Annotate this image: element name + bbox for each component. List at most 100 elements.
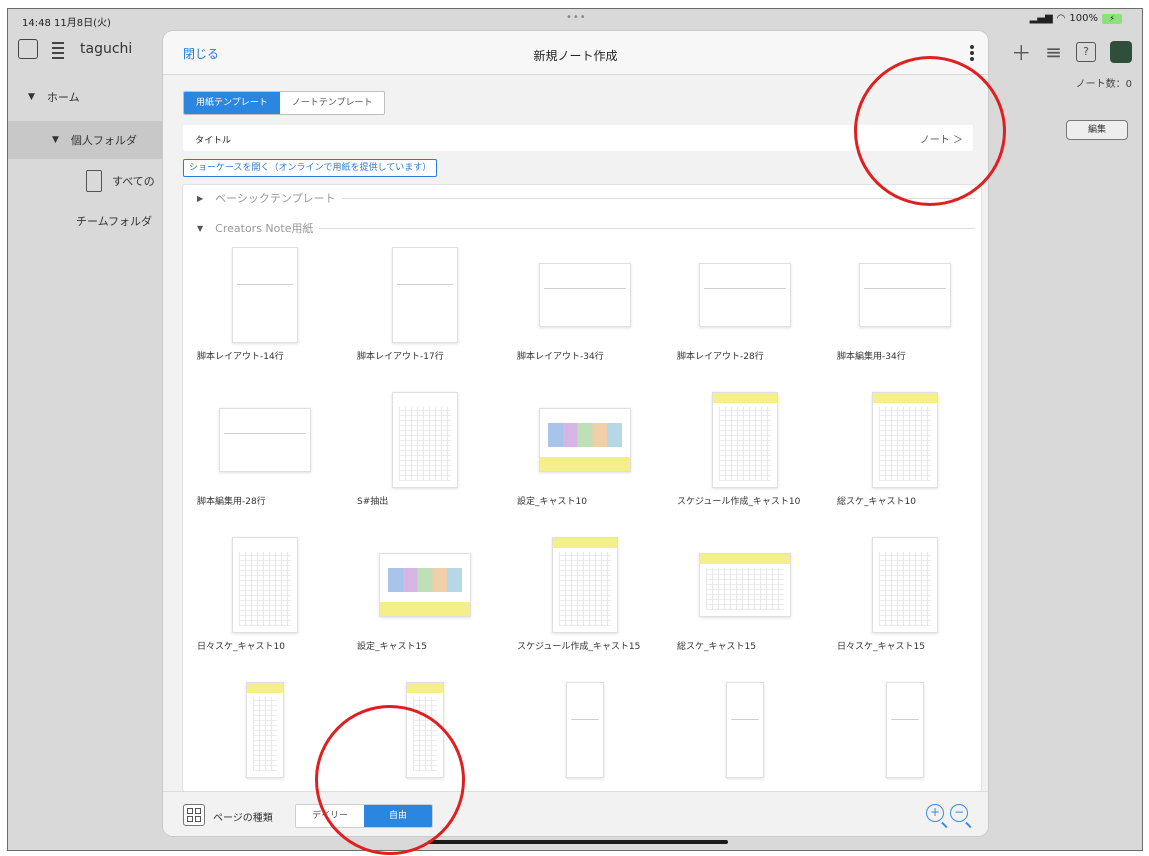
section-basic[interactable]: ▶ ベーシックテンプレート [183, 187, 981, 209]
add-icon[interactable]: ＋ [1011, 37, 1031, 66]
zoom-controls: + − [926, 804, 968, 822]
battery-percent: 100% [1069, 13, 1098, 24]
template-thumbnail-wrap [185, 390, 345, 490]
wifi-icon: ◠ [1056, 13, 1066, 24]
showcase-link[interactable]: ショーケースを開く（オンラインで用紙を提供しています） [183, 159, 438, 177]
grid-view-icon[interactable] [183, 804, 205, 826]
template-thumbnail [379, 553, 471, 617]
title-label: タイトル [195, 136, 232, 146]
template-thumbnail [872, 537, 938, 633]
template-thumbnail-wrap [505, 245, 665, 345]
note-count: ノート数：0 [1075, 79, 1132, 90]
template-name: 脚本編集用-34行 [837, 352, 906, 362]
template-thumbnail [872, 392, 938, 488]
signal-icon: ▂▄▆ [1029, 13, 1053, 24]
template-thumbnail-wrap [505, 680, 665, 780]
bottom-bar: ページの種類 デイリー 自由 + − [163, 791, 988, 836]
sidebar-item-personal[interactable]: ▼ 個人フォルダ [8, 121, 168, 159]
background-toolbar: ＋ ≡ ? [1011, 37, 1132, 66]
template-thumbnail-wrap [825, 390, 981, 490]
status-right: ▂▄▆ ◠ 100% ⚡ [1030, 13, 1122, 24]
sidebar-item-label: すべての [112, 175, 155, 188]
page-kind-label: ページの種類 [213, 813, 273, 824]
template-thumbnail [566, 682, 604, 778]
home-indicator [428, 840, 728, 844]
template-thumbnail [232, 247, 298, 343]
template-thumbnail-wrap [825, 245, 981, 345]
template-thumbnail [246, 682, 284, 778]
template-thumbnail [859, 263, 951, 327]
template-name: 脚本編集用-28行 [197, 497, 266, 507]
template-name: 脚本レイアウト-17行 [357, 352, 444, 362]
section-creators[interactable]: ▼ Creators Note用紙 [183, 217, 981, 239]
template-panel: ▶ ベーシックテンプレート ▼ Creators Note用紙 脚本レイアウト-… [183, 185, 981, 791]
template-thumbnail [392, 247, 458, 343]
template-thumbnail [699, 263, 791, 327]
notebook-icon [86, 170, 102, 192]
template-thumbnail [392, 392, 458, 488]
more-icon[interactable] [970, 45, 974, 63]
template-thumbnail [886, 682, 924, 778]
template-name: 脚本レイアウト-34行 [517, 352, 604, 362]
template-thumbnail [552, 537, 618, 633]
sidebar-item-label: ホーム [46, 91, 80, 104]
template-name: 総スケ_キャスト10 [837, 497, 916, 507]
zoom-in-icon[interactable]: + [926, 804, 944, 822]
template-name: 総スケ_キャスト15 [677, 642, 756, 652]
template-thumbnail [726, 682, 764, 778]
multitask-dots[interactable]: ••• [566, 12, 587, 23]
app-icon[interactable] [1110, 40, 1132, 63]
template-thumbnail-wrap [665, 535, 825, 635]
annotation-circle [315, 705, 465, 855]
sidebar-item-label: チームフォルダ [76, 215, 153, 228]
divider [341, 197, 975, 199]
divider [319, 227, 975, 229]
template-thumbnail-wrap [185, 535, 345, 635]
template-thumbnail [699, 553, 791, 617]
template-thumbnail [539, 263, 631, 327]
status-time: 14:48 11月8日(火) [22, 18, 111, 29]
template-thumbnail-wrap [345, 390, 505, 490]
template-thumbnail-wrap [345, 245, 505, 345]
template-name: 日々スケ_キャスト10 [197, 642, 285, 652]
triangle-right-icon: ▶ [197, 193, 204, 203]
template-thumbnail [219, 408, 311, 472]
template-name: スケジュール作成_キャスト15 [517, 642, 641, 652]
status-bar: 14:48 11月8日(火) ••• ▂▄▆ ◠ 100% ⚡ [8, 9, 1142, 31]
annotation-circle [854, 56, 1006, 206]
zoom-out-icon[interactable]: − [950, 804, 968, 822]
tab-note-template[interactable]: ノートテンプレート [280, 92, 385, 114]
template-thumbnail [712, 392, 778, 488]
template-thumbnail-wrap [185, 245, 345, 345]
template-thumbnail [232, 537, 298, 633]
template-name: スケジュール作成_キャスト10 [677, 497, 801, 507]
section-label: ベーシックテンプレート [215, 192, 336, 205]
tab-paper-template[interactable]: 用紙テンプレート [184, 92, 280, 114]
template-thumbnail [539, 408, 631, 472]
sidebar-item-home[interactable]: ▼ ホーム [8, 79, 168, 115]
battery-icon: ⚡ [1102, 13, 1122, 24]
view-mode-icon[interactable] [18, 39, 38, 59]
sidebar-tree: ▼ ホーム ▼ 個人フォルダ すべての チームフォルダ [8, 79, 168, 239]
edit-button[interactable]: 編集 [1066, 120, 1128, 140]
template-thumbnail-wrap [825, 680, 981, 780]
menu-icon[interactable]: ≡ [1045, 40, 1062, 64]
template-name: 設定_キャスト15 [357, 642, 427, 652]
template-name: S#抽出 [357, 497, 389, 507]
sidebar-item-team[interactable]: チームフォルダ [8, 203, 168, 239]
template-name: 設定_キャスト10 [517, 497, 587, 507]
triangle-down-icon: ▼ [28, 92, 35, 102]
triangle-down-icon: ▼ [52, 135, 59, 145]
sheet-title: 新規ノート作成 [533, 49, 618, 63]
help-icon[interactable]: ? [1076, 41, 1096, 62]
section-label: Creators Note用紙 [215, 222, 314, 235]
sidebar-item-all[interactable]: すべての [8, 159, 168, 203]
template-name: 日々スケ_キャスト15 [837, 642, 925, 652]
template-thumbnail-wrap [665, 680, 825, 780]
sidebar-item-label: 個人フォルダ [70, 134, 137, 147]
template-thumbnail-wrap [505, 535, 665, 635]
user-name: taguchi [80, 41, 133, 57]
triangle-down-icon: ▼ [197, 223, 204, 233]
list-icon[interactable] [46, 39, 66, 59]
template-thumbnail-wrap [665, 390, 825, 490]
